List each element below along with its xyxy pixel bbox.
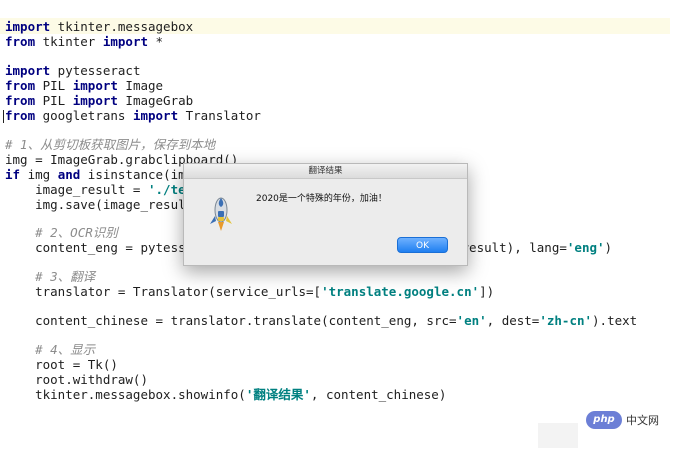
ok-button[interactable]: OK [397, 237, 448, 253]
code-comment: # 2、OCR识别 [5, 225, 118, 240]
messagebox-dialog: 翻译结果 2020是一个特殊的年份，加油！ OK [183, 163, 468, 266]
watermark-logo: php [586, 411, 622, 429]
code-line: root = Tk() [5, 357, 118, 372]
code-line: import tkinter.messagebox [5, 19, 194, 34]
code-line: tkinter.messagebox.showinfo('翻译结果', cont… [5, 387, 447, 402]
code-comment: # 4、显示 [5, 342, 96, 357]
code-line: root.withdraw() [5, 372, 148, 387]
text-caret [3, 110, 4, 123]
code-comment: # 1、从剪切板获取图片，保存到本地 [5, 137, 216, 152]
dialog-title[interactable]: 翻译结果 [184, 164, 467, 179]
code-line: img.save(image_resul [5, 197, 186, 212]
python-rocket-icon [207, 194, 235, 234]
code-line: from PIL import ImageGrab [5, 93, 194, 108]
dialog-message: 2020是一个特殊的年份，加油！ [256, 194, 387, 204]
code-line: content_chinese = translator.translate(c… [5, 313, 638, 328]
code-line: from googletrans import Translator [5, 108, 261, 123]
blurred-area [538, 423, 578, 448]
code-line: translator = Translator(service_urls=['t… [5, 284, 495, 299]
code-line: image_result = './te [5, 182, 186, 197]
code-line: if img and isinstance(im [5, 167, 186, 182]
code-comment: # 3、翻译 [5, 269, 96, 284]
watermark-text: 中文网 [626, 414, 659, 427]
code-line: from PIL import Image [5, 78, 164, 93]
code-line: import pytesseract [5, 63, 141, 78]
code-line: content_eng = pytess [5, 240, 186, 255]
code-line: from tkinter import * [5, 34, 164, 49]
code-line-tail: _result), lang='eng') [454, 240, 613, 255]
